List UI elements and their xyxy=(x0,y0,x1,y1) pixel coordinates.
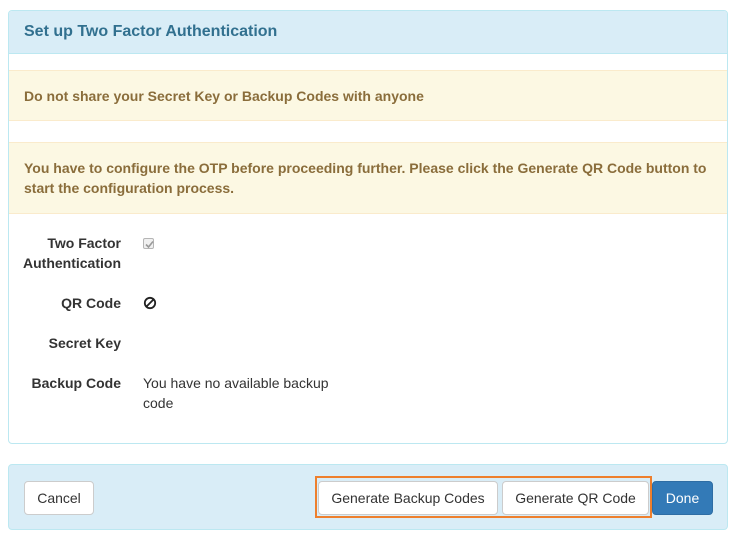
two-factor-checkbox[interactable] xyxy=(143,238,154,249)
two-factor-label-line2: Authentication xyxy=(23,255,121,271)
panel-title: Set up Two Factor Authentication xyxy=(24,23,278,40)
ban-icon xyxy=(143,296,157,310)
generate-qr-code-button[interactable]: Generate QR Code xyxy=(502,481,649,515)
panel-heading: Set up Two Factor Authentication xyxy=(9,11,727,54)
backup-code-value-line2: code xyxy=(143,395,174,411)
qr-code-label: QR Code xyxy=(61,295,121,311)
cancel-button[interactable]: Cancel xyxy=(24,481,94,515)
two-factor-label: Two Factor Authentication xyxy=(9,233,121,273)
check-icon xyxy=(145,240,154,249)
backup-code-value: You have no available backup code xyxy=(143,373,329,413)
two-factor-label-line1: Two Factor xyxy=(47,235,121,251)
warning-alert: Do not share your Secret Key or Backup C… xyxy=(9,70,727,121)
done-button[interactable]: Done xyxy=(652,481,713,515)
panel-footer: Cancel Generate Backup Codes Generate QR… xyxy=(8,464,728,530)
backup-code-label: Backup Code xyxy=(31,375,121,391)
generate-backup-codes-button[interactable]: Generate Backup Codes xyxy=(318,481,498,515)
secret-key-label: Secret Key xyxy=(48,335,121,351)
info-alert-text: You have to configure the OTP before pro… xyxy=(24,160,707,196)
qr-code-value xyxy=(143,293,157,310)
info-alert: You have to configure the OTP before pro… xyxy=(9,142,727,214)
warning-alert-text: Do not share your Secret Key or Backup C… xyxy=(24,87,424,104)
backup-code-value-line1: You have no available backup xyxy=(143,375,329,391)
two-factor-value xyxy=(143,233,154,249)
two-factor-panel: Set up Two Factor Authentication Do not … xyxy=(8,10,728,444)
